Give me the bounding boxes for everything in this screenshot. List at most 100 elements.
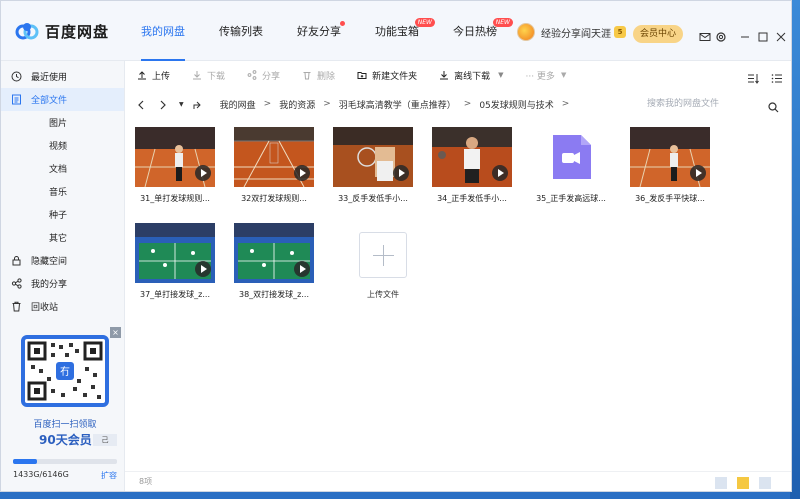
trash-icon (11, 301, 22, 312)
sidebar-item-recycle-bin[interactable]: 回收站 (1, 295, 124, 318)
sidebar-item-label: 图片 (49, 119, 68, 129)
button-label: 离线下载 (454, 71, 491, 82)
avatar[interactable] (517, 23, 535, 41)
search-icon[interactable] (768, 98, 779, 117)
button-label: 上传 (152, 71, 171, 82)
sidebar-item-label: 我的分享 (31, 280, 68, 290)
minimize-icon[interactable] (739, 28, 751, 40)
storage-bar (13, 459, 117, 464)
sidebar-item-my-shares[interactable]: 我的分享 (1, 272, 124, 295)
sidebar: 最近使用 全部文件 图片 视频 文档 音乐 种子 其它 隐藏空间 我的分享 回收… (1, 61, 125, 491)
app-icon[interactable] (759, 477, 771, 489)
play-icon[interactable] (195, 261, 211, 277)
breadcrumb-item[interactable]: 05发球规则与技术 (479, 98, 553, 111)
share-icon (11, 278, 22, 289)
mail-icon[interactable] (699, 28, 711, 41)
tab-transfer-list[interactable]: 传输列表 (209, 1, 273, 61)
play-icon[interactable] (393, 165, 409, 181)
sidebar-item-label: 视频 (49, 142, 68, 152)
file-name: 33_反手发低手小... (338, 194, 408, 203)
sidebar-item-hidden-space[interactable]: 隐藏空间 (1, 249, 124, 272)
video-file-icon (531, 127, 611, 187)
sidebar-item-videos[interactable]: 视频 (1, 134, 124, 157)
play-icon[interactable] (492, 165, 508, 181)
video-thumbnail (432, 127, 512, 187)
chevron-down-icon: ▼ (560, 71, 567, 79)
new-badge: NEW (492, 18, 513, 27)
forward-icon[interactable] (159, 95, 167, 114)
button-label: 分享 (262, 71, 281, 82)
close-icon[interactable]: × (110, 327, 121, 338)
upload-file-tile[interactable] (359, 232, 407, 278)
breadcrumb-item[interactable]: 我的资源 (279, 98, 315, 111)
gear-icon[interactable] (715, 28, 727, 42)
app-logo: 百度网盘 (15, 19, 109, 43)
sidebar-item-music[interactable]: 音乐 (1, 180, 124, 203)
button-label: ··· 更多 (525, 71, 555, 82)
sidebar-item-label: 回收站 (31, 303, 59, 313)
delete-button[interactable]: 删除 (302, 69, 335, 82)
sidebar-item-other[interactable]: 其它 (1, 226, 124, 249)
promo-vip-days: 90天会员 (39, 433, 92, 447)
video-thumbnail (630, 127, 710, 187)
maximize-icon[interactable] (757, 28, 769, 42)
promo-card[interactable]: × 冇 百度扫一扫领取 90天会员 己 (13, 327, 121, 453)
sort-icon[interactable] (747, 69, 759, 88)
sidebar-item-label: 最近使用 (31, 73, 68, 83)
sidebar-item-recent[interactable]: 最近使用 (1, 65, 124, 88)
button-label: 下载 (207, 71, 226, 82)
breadcrumb-item[interactable]: 我的网盘 (220, 98, 256, 111)
new-folder-button[interactable]: 新建文件夹 (357, 69, 417, 82)
sidebar-item-label: 种子 (49, 211, 68, 221)
user-profile[interactable]: 经验分享阎天涯 5 (517, 23, 626, 41)
clock-icon (11, 71, 22, 82)
tab-friend-share[interactable]: 好友分享 (287, 1, 351, 61)
play-icon[interactable] (294, 165, 310, 181)
svg-text:冇: 冇 (60, 365, 70, 378)
file-icon (11, 94, 22, 105)
storage-bar-fill (13, 459, 38, 464)
tab-my-disk[interactable]: 我的网盘 (131, 1, 195, 61)
button-label: 新建文件夹 (372, 71, 418, 82)
up-folder-icon[interactable] (192, 95, 202, 114)
sidebar-item-torrents[interactable]: 种子 (1, 203, 124, 226)
sidebar-item-images[interactable]: 图片 (1, 111, 124, 134)
tab-hot-list[interactable]: 今日热榜 NEW (443, 1, 513, 61)
bottom-tray (705, 477, 771, 489)
more-button[interactable]: ··· 更多 ▼ (525, 69, 566, 82)
play-icon[interactable] (294, 261, 310, 277)
folder-plus-icon (357, 72, 367, 79)
back-icon[interactable] (137, 95, 145, 114)
video-thumbnail (135, 223, 215, 283)
app-icon[interactable] (715, 477, 727, 489)
offline-download-button[interactable]: 离线下载 ▼ (439, 69, 503, 82)
close-icon[interactable] (775, 28, 787, 42)
sidebar-item-label: 隐藏空间 (31, 257, 68, 267)
app-icon[interactable] (737, 477, 749, 489)
breadcrumb-item[interactable]: 羽毛球高清教学（重点推荐） (339, 98, 456, 111)
breadcrumb-separator: > (323, 99, 331, 109)
storage-text: 1433G/6146G (13, 470, 69, 479)
sidebar-item-label: 其它 (49, 234, 68, 244)
lock-icon (11, 255, 22, 266)
search-input[interactable]: 搜索我的网盘文件 (647, 96, 719, 109)
share-button[interactable]: 分享 (247, 69, 280, 82)
sidebar-item-docs[interactable]: 文档 (1, 157, 124, 180)
upload-button[interactable]: 上传 (137, 69, 170, 82)
play-icon[interactable] (195, 165, 211, 181)
download-button[interactable]: 下载 (192, 69, 225, 82)
sidebar-item-all-files[interactable]: 全部文件 (1, 88, 124, 111)
notification-dot (340, 21, 345, 26)
tab-feature-box[interactable]: 功能宝箱 NEW (365, 1, 435, 61)
address-bar: ▼ 我的网盘 > 我的资源 > 羽毛球高清教学（重点推荐） > 05发球规则与技术 > … (125, 91, 791, 117)
history-dropdown-icon[interactable]: ▼ (179, 101, 184, 108)
play-icon[interactable] (690, 165, 706, 181)
promo-button[interactable]: 己 (93, 434, 117, 446)
expand-storage-link[interactable]: 扩容 (101, 470, 117, 481)
chevron-down-icon[interactable]: ▼ (498, 71, 503, 79)
tab-label: 好友分享 (297, 25, 341, 38)
list-view-icon[interactable] (771, 69, 783, 88)
tab-label: 传输列表 (219, 25, 263, 38)
username[interactable]: 经验分享阎天涯 (541, 25, 611, 40)
vip-center-button[interactable]: 会员中心 (633, 25, 684, 43)
